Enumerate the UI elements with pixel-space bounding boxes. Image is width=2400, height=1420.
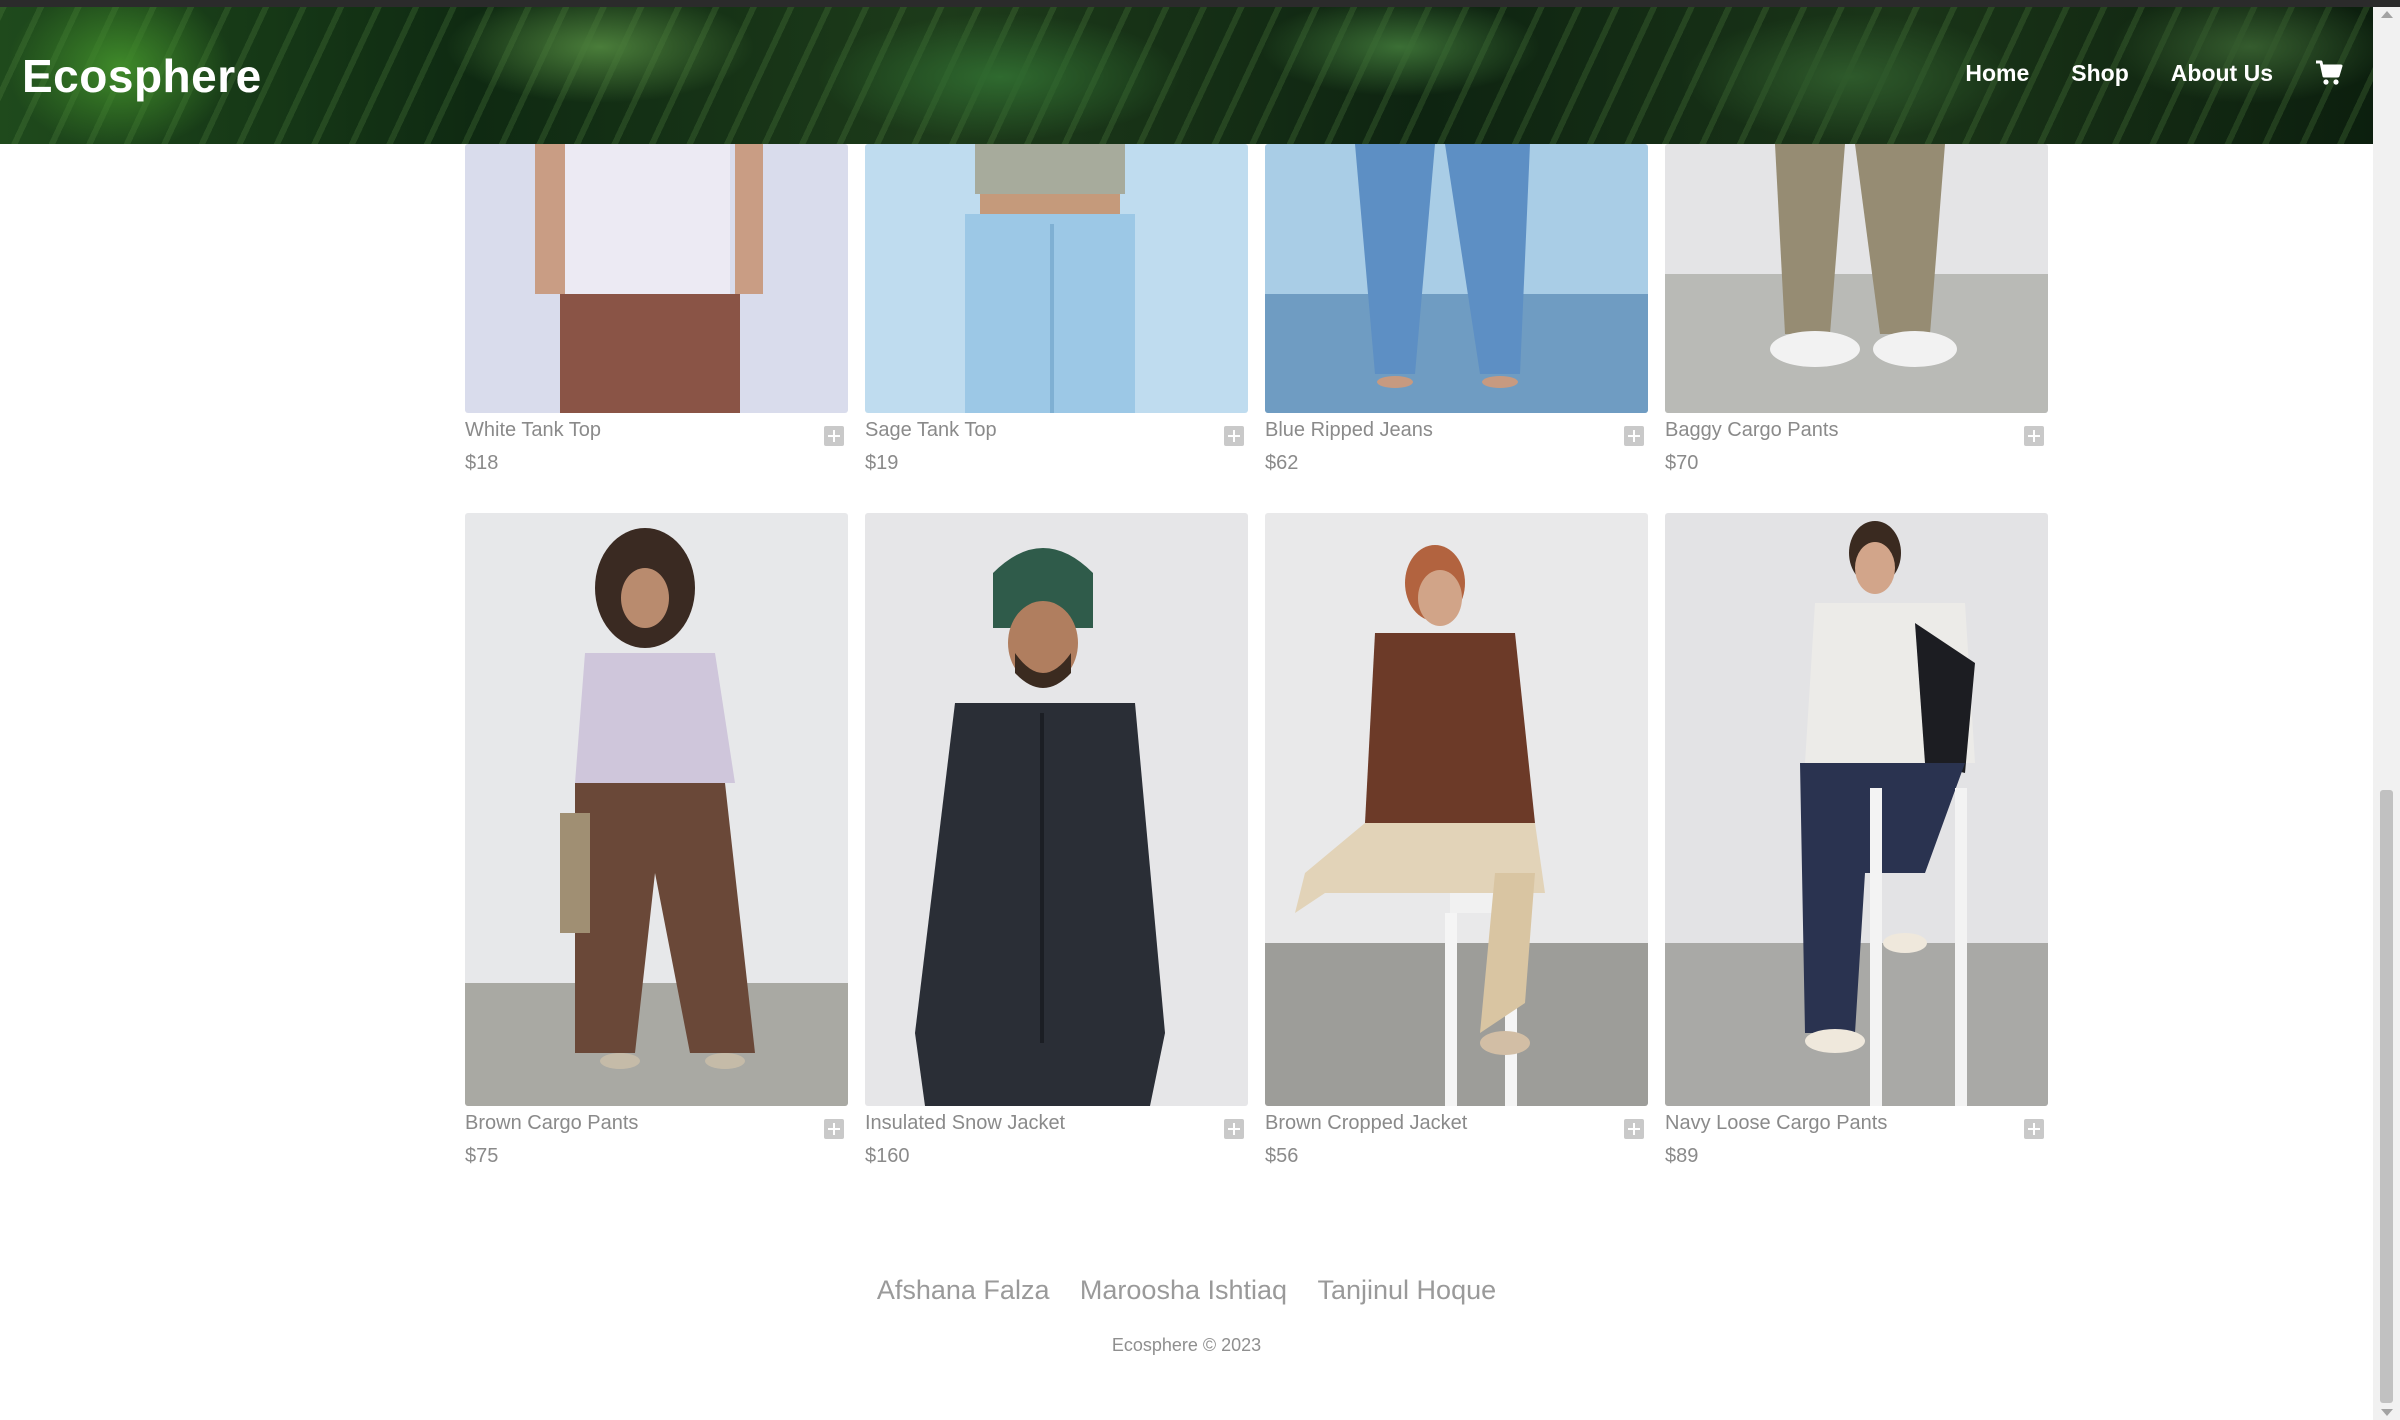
product-image[interactable] (1665, 144, 2048, 413)
scroll-up-arrow-icon[interactable] (2381, 11, 2393, 18)
product-image[interactable] (865, 513, 1248, 1106)
product-name[interactable]: Blue Ripped Jeans (1265, 419, 1648, 442)
browser-top-edge (0, 0, 2400, 7)
product-card[interactable]: Sage Tank Top $19 (865, 144, 1248, 483)
product-name[interactable]: Brown Cargo Pants (465, 1112, 848, 1135)
product-image[interactable] (865, 144, 1248, 413)
product-name[interactable]: Insulated Snow Jacket (865, 1112, 1248, 1135)
scrollbar-thumb[interactable] (2380, 790, 2393, 1403)
nav-shop[interactable]: Shop (2071, 60, 2129, 87)
product-card[interactable]: Insulated Snow Jacket $160 (865, 513, 1248, 1176)
product-name[interactable]: Baggy Cargo Pants (1665, 419, 2048, 442)
product-name[interactable]: Brown Cropped Jacket (1265, 1112, 1648, 1135)
main-nav: Home Shop About Us (1923, 59, 2343, 87)
product-price: $18 (465, 452, 499, 474)
product-price: $160 (865, 1145, 910, 1167)
add-to-cart-button[interactable] (1224, 1119, 1244, 1139)
product-image[interactable] (1265, 513, 1648, 1106)
site-logo[interactable]: Ecosphere (22, 49, 262, 103)
add-to-cart-button[interactable] (1224, 426, 1244, 446)
cart-icon[interactable] (2315, 59, 2343, 87)
add-to-cart-button[interactable] (2024, 426, 2044, 446)
product-card[interactable]: Baggy Cargo Pants $70 (1665, 144, 2048, 483)
product-card[interactable]: Brown Cargo Pants $75 (465, 513, 848, 1176)
footer-name[interactable]: Afshana Falza (877, 1275, 1050, 1305)
product-price: $75 (465, 1145, 499, 1167)
site-header: Ecosphere Home Shop About Us (0, 7, 2373, 144)
product-name[interactable]: Navy Loose Cargo Pants (1665, 1112, 2048, 1135)
nav-home[interactable]: Home (1965, 60, 2029, 87)
product-price: $70 (1665, 452, 1699, 474)
add-to-cart-button[interactable] (1624, 426, 1644, 446)
footer-credits: Afshana Falza Maroosha Ishtiaq Tanjinul … (0, 1275, 2373, 1306)
add-to-cart-button[interactable] (2024, 1119, 2044, 1139)
product-price: $62 (1265, 452, 1299, 474)
product-price: $89 (1665, 1145, 1699, 1167)
product-name[interactable]: White Tank Top (465, 419, 848, 442)
product-card[interactable]: Navy Loose Cargo Pants $89 (1665, 513, 2048, 1176)
product-price: $19 (865, 452, 899, 474)
add-to-cart-button[interactable] (1624, 1119, 1644, 1139)
product-card[interactable]: Brown Cropped Jacket $56 (1265, 513, 1648, 1176)
product-image[interactable] (1665, 513, 2048, 1106)
page-scrollbar[interactable] (2373, 7, 2400, 1420)
product-image[interactable] (465, 144, 848, 413)
product-card[interactable]: Blue Ripped Jeans $62 (1265, 144, 1648, 483)
add-to-cart-button[interactable] (824, 1119, 844, 1139)
copyright-text: Ecosphere © 2023 (1111, 1335, 1262, 1355)
product-image[interactable] (1265, 144, 1648, 413)
footer-name[interactable]: Maroosha Ishtiaq (1080, 1275, 1287, 1305)
footer-name[interactable]: Tanjinul Hoque (1318, 1275, 1497, 1305)
product-name[interactable]: Sage Tank Top (865, 419, 1248, 442)
product-price: $56 (1265, 1145, 1299, 1167)
product-image[interactable] (465, 513, 848, 1106)
add-to-cart-button[interactable] (824, 426, 844, 446)
nav-about-us[interactable]: About Us (2171, 60, 2273, 87)
product-card[interactable]: White Tank Top $18 (465, 144, 848, 483)
scroll-down-arrow-icon[interactable] (2381, 1409, 2393, 1416)
